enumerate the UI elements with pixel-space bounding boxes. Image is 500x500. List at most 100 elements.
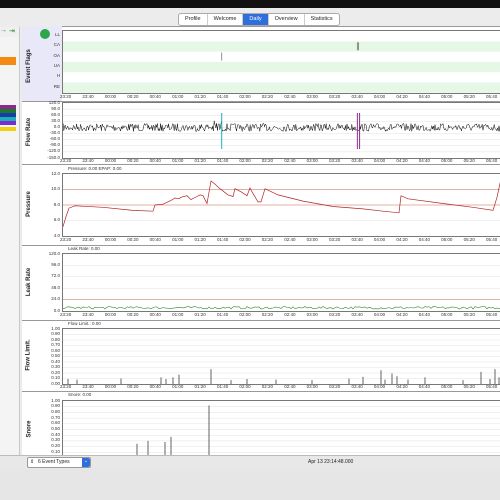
y-tick-label: -90.0 — [49, 142, 60, 148]
x-tick-label: 01:40 — [216, 237, 229, 242]
y-tick-label: 0.30 — [51, 364, 60, 369]
skip-forward-icon[interactable]: ⇥ — [9, 27, 15, 35]
x-tick-label: 01:40 — [216, 158, 229, 163]
flow-limit-label: Flow Limit. — [22, 320, 36, 390]
x-tick-label: 01:00 — [172, 237, 184, 242]
x-tick-label: 05:40 — [486, 158, 498, 163]
flow-limit-label-text: Flow Limit. — [26, 339, 32, 371]
x-tick-label: 02:40 — [284, 237, 296, 242]
y-tick-label: 0.80 — [51, 336, 60, 342]
x-tick-label: 02:40 — [284, 384, 296, 389]
y-tick-label: 0.90 — [51, 331, 60, 336]
x-tick-label: 02:00 — [239, 94, 251, 99]
y-tick-label: -120.0 — [47, 148, 60, 154]
flag-row-label: LL — [54, 32, 60, 37]
x-tick-label: 04:40 — [418, 158, 430, 163]
x-tick-label: 05:20 — [463, 94, 475, 99]
x-tick-label: 04:40 — [418, 312, 430, 317]
color-swatch — [0, 127, 16, 131]
y-tick-label: 0.30 — [51, 437, 60, 443]
x-tick-label: 02:00 — [239, 384, 251, 389]
x-tick-label: 02:40 — [284, 312, 296, 317]
y-tick-label: 0.80 — [51, 408, 60, 414]
x-tick-label: 04:00 — [373, 312, 386, 317]
x-tick-label: 03:20 — [329, 312, 341, 317]
x-tick-label: 00:00 — [104, 237, 117, 242]
plot-svg — [63, 180, 500, 227]
flag-band — [63, 61, 500, 73]
x-tick-label: 03:40 — [351, 158, 363, 163]
y-tick-label: 90.0 — [51, 105, 60, 111]
title-bar — [0, 0, 500, 8]
x-tick-label: 01:20 — [194, 384, 206, 389]
x-tick-label: 05:20 — [463, 312, 475, 317]
leak-rate-label: Leak Rate — [22, 245, 36, 319]
leak-rate-title: Leak Rate: 0.00 — [68, 246, 100, 251]
tab-overview[interactable]: Overview — [269, 14, 305, 25]
x-tick-label: 23:40 — [82, 384, 94, 389]
pressure-label: Pressure — [22, 164, 36, 244]
event-types-dropdown[interactable]: ⇕ 6 Event Types ⌄ — [27, 457, 91, 468]
pressure-title: Pressure: 0.00 EPAP: 0.00 — [68, 166, 122, 171]
y-tick-label: 0.20 — [51, 443, 60, 449]
x-tick-label: 00:00 — [104, 384, 117, 389]
x-tick-label: 02:00 — [239, 237, 251, 242]
flag-row-label: OA — [53, 52, 60, 58]
x-tick-label: 03:40 — [351, 237, 363, 242]
x-tick-label: 05:40 — [486, 94, 498, 99]
y-tick-label: 10.0 — [51, 186, 60, 191]
x-tick-label: 00:40 — [149, 312, 161, 317]
y-tick-label: 72.0 — [51, 273, 60, 279]
y-tick-label: 12.0 — [51, 170, 60, 176]
plot-svg — [63, 334, 500, 384]
x-tick-label: 04:00 — [373, 384, 386, 389]
y-tick-label: 0.70 — [51, 414, 60, 420]
sidebar-highlight[interactable] — [0, 57, 16, 65]
x-tick-label: 02:20 — [261, 158, 274, 163]
y-tick-label: 120.0 — [48, 99, 60, 105]
y-tick-label: 4.0 — [53, 232, 60, 238]
flow-rate-chart[interactable] — [62, 102, 500, 159]
x-tick-label: 04:40 — [418, 237, 430, 242]
flow-limit-chart[interactable] — [62, 328, 500, 385]
arrow-right-icon[interactable]: → — [0, 27, 7, 34]
flag-row-label: CA — [53, 42, 60, 48]
x-tick-label: 05:40 — [486, 312, 498, 317]
x-tick-label: 00:20 — [127, 158, 139, 163]
y-tick-label: 0.10 — [51, 375, 60, 380]
event-flags-chart[interactable] — [62, 30, 500, 94]
plot-svg — [63, 265, 500, 310]
tab-profile[interactable]: Profile — [179, 14, 208, 25]
plot-svg — [63, 405, 500, 458]
y-tick-label: 1.00 — [51, 325, 60, 331]
x-tick-label: 01:40 — [216, 94, 229, 99]
x-tick-label: 04:20 — [396, 384, 408, 389]
tab-welcome[interactable]: Welcome — [208, 14, 244, 25]
x-tick-label: 23:40 — [82, 312, 94, 317]
x-tick-label: 00:20 — [127, 312, 139, 317]
x-tick-label: 04:00 — [373, 94, 386, 99]
y-tick-label: 0.70 — [51, 342, 60, 347]
event-flags-label: Event Flags — [22, 31, 36, 101]
y-tick-label: 0.90 — [51, 403, 60, 409]
x-tick-label: 03:00 — [306, 94, 318, 99]
snore-chart[interactable] — [62, 400, 500, 459]
x-tick-label: 23:40 — [82, 94, 94, 99]
x-tick-label: 05:00 — [441, 237, 453, 242]
x-tick-label: 05:00 — [441, 384, 453, 389]
flow-limit-title: Flow Limit.: 0.00 — [68, 321, 101, 326]
x-tick-label: 03:20 — [329, 158, 341, 163]
y-tick-label: 120.0 — [48, 250, 60, 256]
y-tick-label: 0.00 — [51, 380, 60, 386]
x-tick-label: 04:20 — [396, 237, 408, 242]
flow-rate-label-text: Flow Rate — [26, 117, 32, 147]
leak-rate-chart[interactable] — [62, 253, 500, 312]
x-tick-label: 04:20 — [396, 312, 408, 317]
x-tick-label: 03:20 — [329, 94, 341, 99]
x-tick-label: 02:00 — [239, 158, 251, 163]
pressure-chart[interactable] — [62, 173, 500, 237]
tab-statistics[interactable]: Statistics — [305, 14, 339, 25]
tab-daily[interactable]: Daily — [243, 14, 269, 25]
y-tick-label: 0.40 — [51, 431, 60, 437]
y-tick-label: -30.0 — [49, 130, 60, 136]
